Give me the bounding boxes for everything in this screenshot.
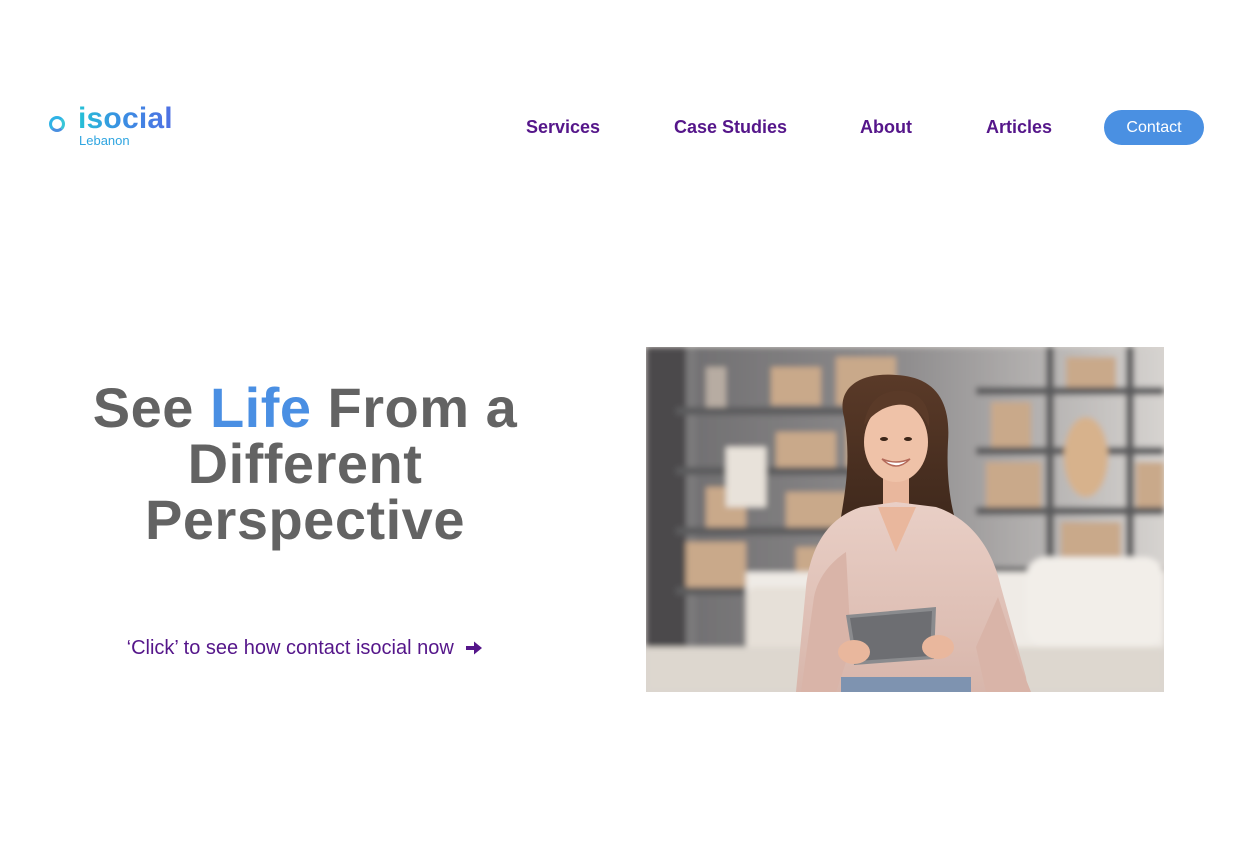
contact-button[interactable]: Contact — [1104, 110, 1204, 145]
nav-link-services[interactable]: Services — [526, 110, 600, 144]
hero-photo — [646, 347, 1164, 692]
headline-line2: Different — [187, 432, 423, 495]
brand-name: isocial — [78, 102, 173, 135]
nav-link-case-studies[interactable]: Case Studies — [674, 110, 787, 144]
hero-cta-text: ‘Click’ to see how contact isocial now — [126, 637, 454, 659]
hero-headline: See Life From a Different Perspective — [60, 380, 550, 548]
logo-ring-icon — [49, 116, 65, 132]
hero-text: See Life From a Different Perspective — [60, 380, 550, 548]
brand-logo[interactable]: isocial Lebanon — [48, 102, 188, 152]
site-header: isocial Lebanon Services Case Studies Ab… — [0, 0, 1255, 250]
arrow-right-icon — [465, 639, 483, 663]
headline-part2: From a — [311, 376, 518, 439]
brand-tagline: Lebanon — [79, 133, 130, 148]
woman-holding-tablet-photo — [646, 347, 1164, 692]
hero-cta-link[interactable]: ‘Click’ to see how contact isocial now — [60, 636, 550, 663]
headline-part1: See — [92, 376, 210, 439]
nav-link-about[interactable]: About — [860, 110, 912, 144]
nav-link-articles[interactable]: Articles — [986, 110, 1052, 144]
headline-line3: Perspective — [145, 488, 465, 551]
headline-accent: Life — [209, 376, 312, 439]
